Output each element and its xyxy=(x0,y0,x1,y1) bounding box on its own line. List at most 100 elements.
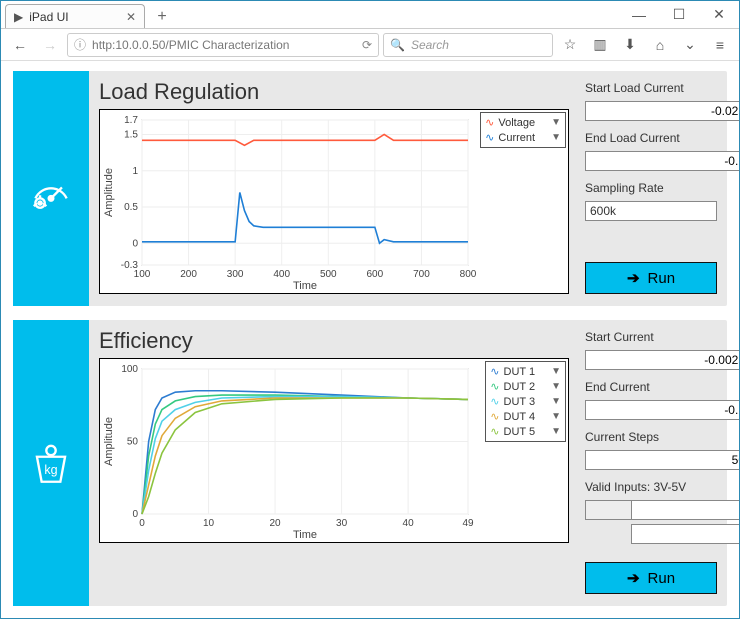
bookmark-star-icon[interactable]: ☆ xyxy=(557,32,583,58)
home-icon[interactable]: ⌂ xyxy=(647,32,673,58)
browser-titlebar: ▶ iPad UI ✕ + — ☐ ✕ xyxy=(1,1,739,29)
start-current-input[interactable] xyxy=(585,350,739,370)
tab-strip: ▶ iPad UI ✕ + xyxy=(1,1,173,28)
end-current-label: End Current xyxy=(585,380,717,394)
address-bar[interactable]: ⓘ ⟳ xyxy=(67,33,379,57)
browser-window: ▶ iPad UI ✕ + — ☐ ✕ ← → ⓘ ⟳ 🔍 Search ☆ ▥… xyxy=(0,0,740,619)
browser-tab[interactable]: ▶ iPad UI ✕ xyxy=(5,4,145,28)
legend-current[interactable]: ∿Current▼ xyxy=(485,130,561,145)
weight-icon: kg xyxy=(13,320,89,606)
svg-text:700: 700 xyxy=(413,269,430,280)
svg-text:1.5: 1.5 xyxy=(124,130,138,141)
svg-text:800: 800 xyxy=(460,269,477,280)
back-button[interactable]: ← xyxy=(7,32,33,58)
chevron-down-icon[interactable]: ▼ xyxy=(551,426,561,437)
svg-text:600: 600 xyxy=(367,269,384,280)
chevron-down-icon[interactable]: ▼ xyxy=(551,396,561,407)
run-label: Run xyxy=(648,570,676,587)
svg-text:Time: Time xyxy=(293,529,317,541)
close-icon[interactable]: ✕ xyxy=(126,10,136,24)
new-tab-button[interactable]: + xyxy=(151,6,173,28)
legend-label: DUT 4 xyxy=(504,411,536,423)
panel-title: Load Regulation xyxy=(99,79,569,105)
legend-label: DUT 2 xyxy=(504,381,536,393)
site-info-icon[interactable]: ⓘ xyxy=(74,36,86,53)
chevron-down-icon[interactable]: ▼ xyxy=(551,366,561,377)
run-label: Run xyxy=(648,270,676,287)
valid-value-b-input[interactable] xyxy=(631,524,739,544)
legend-label: DUT 5 xyxy=(504,426,536,438)
plot-legend: ∿Voltage▼ ∿Current▼ xyxy=(480,112,566,148)
end-load-current-input[interactable] xyxy=(585,151,739,171)
svg-text:kg: kg xyxy=(44,463,57,477)
menu-icon[interactable]: ≡ xyxy=(707,32,733,58)
forward-button[interactable]: → xyxy=(37,32,63,58)
end-current-input[interactable] xyxy=(585,400,739,420)
svg-text:500: 500 xyxy=(320,269,337,280)
url-input[interactable] xyxy=(92,38,356,52)
tab-title: iPad UI xyxy=(29,10,68,24)
svg-text:40: 40 xyxy=(403,518,415,529)
reload-icon[interactable]: ⟳ xyxy=(362,38,372,52)
legend-voltage[interactable]: ∿Voltage▼ xyxy=(485,115,561,130)
panel-title: Efficiency xyxy=(99,328,569,354)
run-button[interactable]: ➔ Run xyxy=(585,562,717,594)
run-button[interactable]: ➔ Run xyxy=(585,262,717,294)
load-regulation-controls: Start Load Current ▲▼ End Load Current ▲… xyxy=(585,79,717,294)
legend-label: Current xyxy=(498,132,535,144)
svg-text:Time: Time xyxy=(293,280,317,292)
legend-dut4[interactable]: ∿DUT 4▼ xyxy=(490,409,561,424)
current-steps-input[interactable] xyxy=(585,450,739,470)
start-load-current-input[interactable] xyxy=(585,101,739,121)
library-icon[interactable]: ▥ xyxy=(587,32,613,58)
sampling-rate-input[interactable]: 600k xyxy=(585,201,717,221)
svg-text:49: 49 xyxy=(462,518,474,529)
svg-text:100: 100 xyxy=(121,364,138,375)
pocket-icon[interactable]: ⌄ xyxy=(677,32,703,58)
sampling-rate-label: Sampling Rate xyxy=(585,181,717,195)
svg-text:Amplitude: Amplitude xyxy=(103,168,115,217)
page-content: Load Regulation ∿Voltage▼ ∿Current▼ 1002… xyxy=(1,61,739,618)
legend-label: DUT 3 xyxy=(504,396,536,408)
chevron-down-icon[interactable]: ▼ xyxy=(551,381,561,392)
svg-text:20: 20 xyxy=(269,518,281,529)
legend-dut3[interactable]: ∿DUT 3▼ xyxy=(490,394,561,409)
svg-text:-0.3: -0.3 xyxy=(121,260,139,271)
svg-text:0: 0 xyxy=(139,518,145,529)
efficiency-plot[interactable]: ∿DUT 1▼ ∿DUT 2▼ ∿DUT 3▼ ∿DUT 4▼ ∿DUT 5▼ … xyxy=(99,358,569,543)
legend-dut2[interactable]: ∿DUT 2▼ xyxy=(490,379,561,394)
gauge-icon xyxy=(13,71,89,306)
load-regulation-card: Load Regulation ∿Voltage▼ ∿Current▼ 1002… xyxy=(13,71,727,306)
valid-value-a-input[interactable] xyxy=(631,500,739,520)
arrow-right-icon: ➔ xyxy=(627,269,640,287)
legend-dut5[interactable]: ∿DUT 5▼ xyxy=(490,424,561,439)
window-controls: — ☐ ✕ xyxy=(619,1,739,29)
svg-text:0.5: 0.5 xyxy=(124,202,138,213)
maximize-button[interactable]: ☐ xyxy=(659,1,699,29)
load-regulation-plot[interactable]: ∿Voltage▼ ∿Current▼ 10020030040050060070… xyxy=(99,109,569,294)
svg-text:400: 400 xyxy=(273,269,290,280)
svg-text:0: 0 xyxy=(132,509,138,520)
download-icon[interactable]: ⬇ xyxy=(617,32,643,58)
legend-dut1[interactable]: ∿DUT 1▼ xyxy=(490,364,561,379)
close-window-button[interactable]: ✕ xyxy=(699,1,739,29)
plot-legend: ∿DUT 1▼ ∿DUT 2▼ ∿DUT 3▼ ∿DUT 4▼ ∿DUT 5▼ xyxy=(485,361,566,442)
svg-text:10: 10 xyxy=(203,518,215,529)
search-placeholder: Search xyxy=(411,38,449,52)
valid-inputs-label: Valid Inputs: 3V-5V xyxy=(585,480,717,494)
svg-text:1: 1 xyxy=(132,166,138,177)
browser-toolbar: ← → ⓘ ⟳ 🔍 Search ☆ ▥ ⬇ ⌂ ⌄ ≡ xyxy=(1,29,739,61)
minimize-button[interactable]: — xyxy=(619,1,659,29)
current-steps-label: Current Steps xyxy=(585,430,717,444)
end-load-current-label: End Load Current xyxy=(585,131,717,145)
svg-text:0: 0 xyxy=(132,238,138,249)
svg-text:200: 200 xyxy=(180,269,197,280)
search-icon: 🔍 xyxy=(390,38,405,52)
chevron-down-icon[interactable]: ▼ xyxy=(551,411,561,422)
start-load-current-label: Start Load Current xyxy=(585,81,717,95)
efficiency-card: kg Efficiency ∿DUT 1▼ ∿DUT 2▼ ∿DUT 3▼ ∿D… xyxy=(13,320,727,606)
chevron-down-icon[interactable]: ▼ xyxy=(551,132,561,143)
search-box[interactable]: 🔍 Search xyxy=(383,33,553,57)
chevron-down-icon[interactable]: ▼ xyxy=(551,117,561,128)
svg-text:30: 30 xyxy=(336,518,348,529)
